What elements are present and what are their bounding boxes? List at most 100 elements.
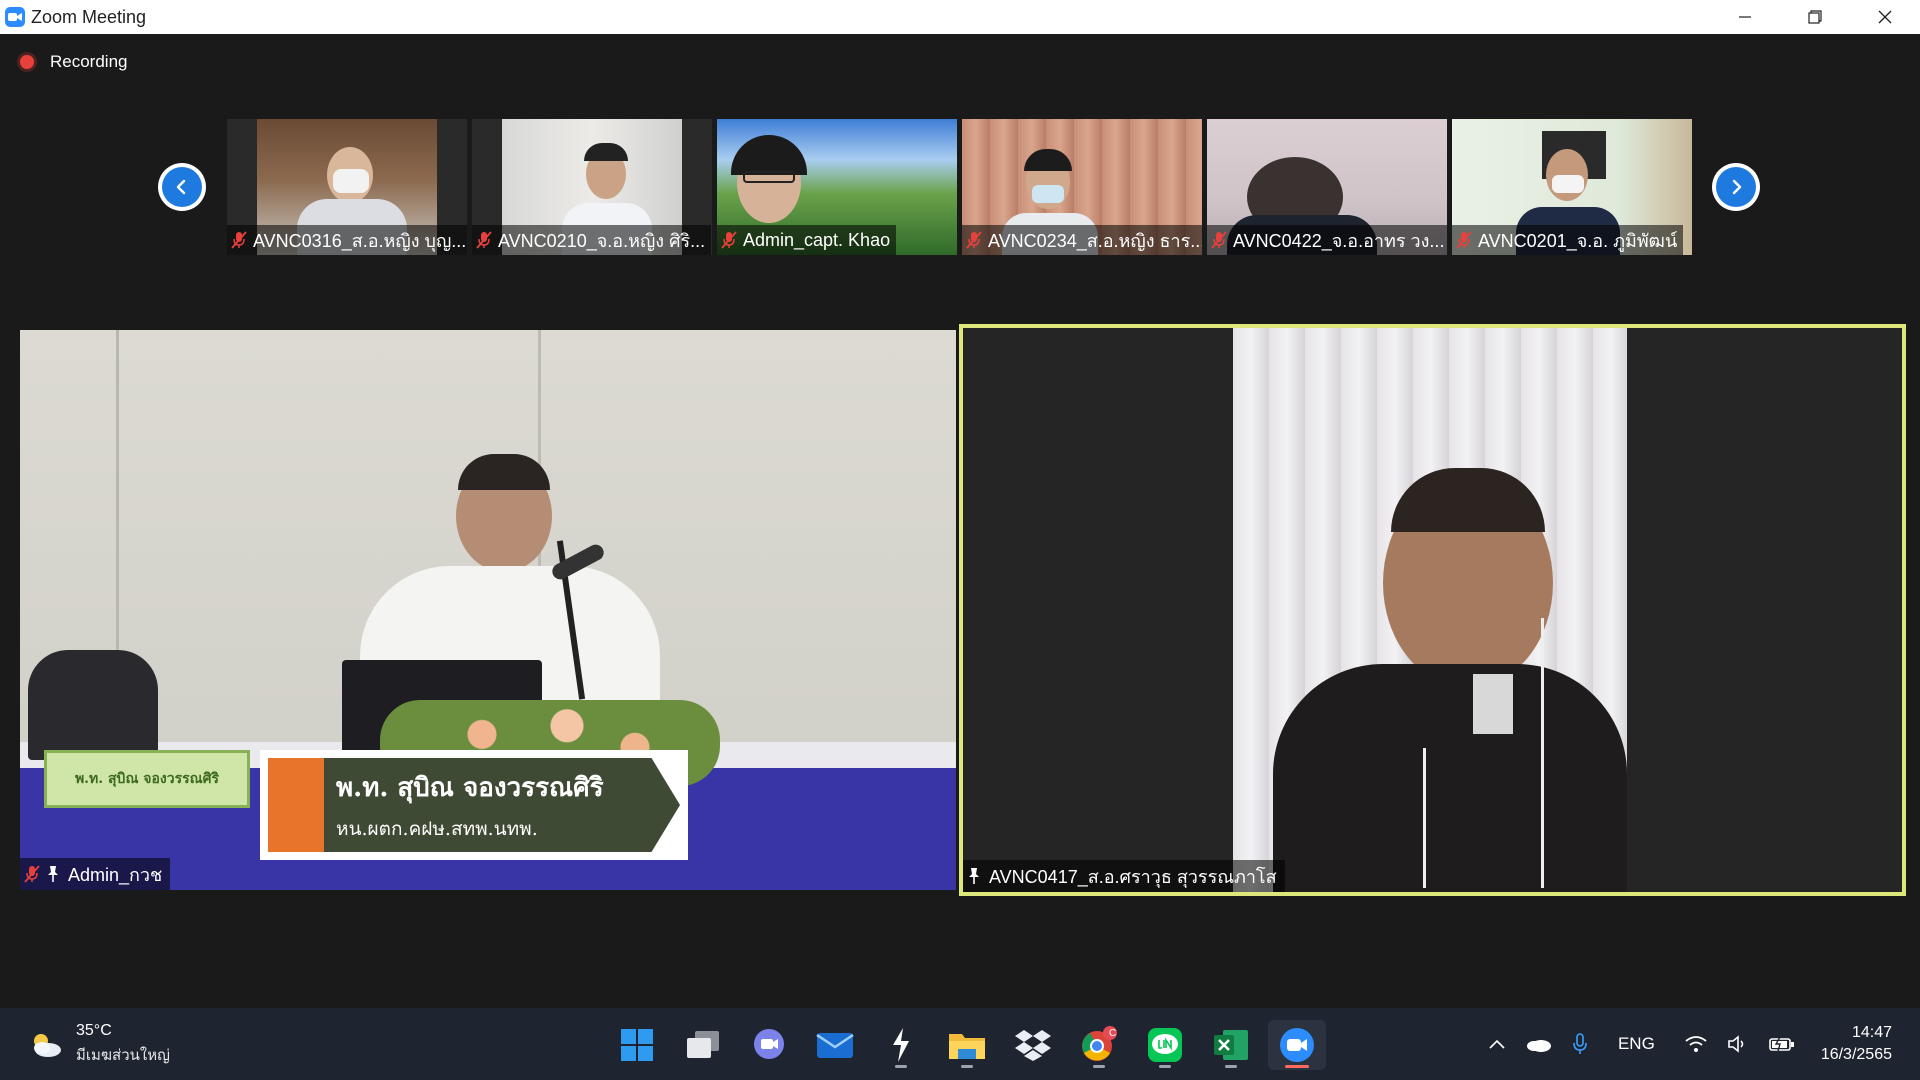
mic-muted-icon [24,865,40,883]
participant-name: AVNC0316_ส.อ.หญิง บุญ... [253,230,467,251]
window-controls [1710,0,1920,34]
lightning-app-icon [893,1028,909,1062]
participant-thumbnail[interactable]: AVNC0210_จ.อ.หญิง ศิริ... [472,119,712,255]
mic-muted-icon [1456,231,1472,249]
speaker-icon [1728,1035,1744,1053]
volume-button[interactable] [1727,1035,1749,1053]
zoom-button[interactable] [1268,1020,1326,1070]
thumbnail-namebar: AVNC0422_จ.อ.อาทร วง... [1207,225,1447,255]
mic-muted-icon [1211,231,1227,249]
small-nameplate: พ.ท. สุบิณ จองวรรณศิริ [44,750,250,808]
weather-condition: มีเมฆส่วนใหญ่ [76,1047,170,1064]
battery-button[interactable] [1769,1036,1795,1052]
participant-name: AVNC0417_ส.อ.ศราวุธ สุวรรณภาโส [989,866,1277,887]
dropbox-icon [1015,1030,1051,1061]
line-app-icon [1148,1028,1182,1062]
participant-name: AVNC0210_จ.อ.หญิง ศิริ... [498,230,706,251]
teams-chat-button[interactable] [740,1020,798,1070]
participant-thumbnail[interactable]: Admin_capt. Khao [717,119,957,255]
participant-name: AVNC0201_จ.อ. ภูมิพัฒน์ [1478,230,1678,251]
participant-thumbnail[interactable]: AVNC0234_ส.อ.หญิง ธาร... [962,119,1202,255]
participant-name: AVNC0234_ส.อ.หญิง ธาร... [988,230,1202,251]
chevron-up-icon [1489,1039,1505,1049]
minimize-icon [1739,16,1751,18]
excel-button[interactable] [1202,1020,1260,1070]
chevron-right-icon [1732,179,1742,195]
nameplate-accent [268,758,324,852]
microphone-icon [1573,1033,1587,1054]
thumbnail-namebar: Admin_capt. Khao [717,225,897,255]
mic-muted-icon [231,231,247,249]
previous-page-button[interactable] [158,163,206,211]
battery-charging-icon [1769,1036,1794,1052]
onedrive-button[interactable] [1526,1036,1552,1052]
recording-indicator[interactable]: Recording [20,52,128,72]
restore-button[interactable] [1780,0,1850,34]
pin-icon [969,868,979,884]
chrome-profile-badge: C [1109,1028,1117,1039]
restore-icon [1808,10,1822,24]
line-button[interactable] [1136,1020,1194,1070]
windows-logo-icon [621,1029,653,1061]
chrome-button[interactable]: C [1070,1020,1128,1070]
task-view-button[interactable] [674,1020,732,1070]
video-tile-left[interactable]: พ.ท. สุบิณ จองวรรณศิริ พ.ท. สุบิณ จองวรร… [20,330,956,890]
nameplate-subtitle: หน.ผตก.คฝษ.สทพ.นทพ. [336,817,538,840]
participant-name: Admin_capt. Khao [743,229,891,250]
clock-date: 16/3/2565 [1820,1046,1892,1063]
mail-icon [816,1033,854,1058]
minimize-button[interactable] [1710,0,1780,34]
mail-button[interactable] [806,1020,864,1070]
next-page-button[interactable] [1712,163,1760,211]
thumbnail-namebar: AVNC0201_จ.อ. ภูมิพัฒน์ [1452,225,1684,255]
start-button[interactable] [608,1020,666,1070]
participant-thumbnail-strip: AVNC0316_ส.อ.หญิง บุญ... AVNC0210_จ.อ.หญ… [227,119,1697,255]
participant-name: AVNC0422_จ.อ.อาทร วง... [1233,230,1445,251]
file-explorer-button[interactable] [938,1020,996,1070]
input-language-indicator[interactable]: ENG [1618,1034,1655,1054]
thumbnail-namebar: AVNC0234_ส.อ.หญิง ธาร... [962,225,1202,255]
weather-widget[interactable]: 35°C มีเมฆส่วนใหญ่ [28,1022,170,1067]
close-button[interactable] [1850,0,1920,34]
partly-cloudy-icon [34,1033,61,1057]
participant-thumbnail[interactable]: AVNC0316_ส.อ.หญิง บุญ... [227,119,467,255]
recording-dot-icon [20,55,34,69]
chevron-left-icon [176,179,186,195]
meeting-stage: Recording AVNC0316_ส.อ.หญิง บุญ... AVNC0… [0,34,1920,1008]
wifi-icon [1685,1036,1707,1052]
taskbar-clock[interactable]: 14:47 16/3/2565 [1821,1022,1892,1066]
zoom-icon [1280,1028,1314,1062]
window-title: Zoom Meeting [31,6,147,27]
zoom-app-icon [5,7,25,27]
nameplate: พ.ท. สุบิณ จองวรรณศิริ หน.ผตก.คฝษ.สทพ.นท… [260,750,688,860]
tile-namebar: AVNC0417_ส.อ.ศราวุธ สุวรรณภาโส [963,860,1285,892]
app-s-button[interactable] [872,1020,930,1070]
cloud-icon [1526,1040,1551,1052]
windows-taskbar: 35°C มีเมฆส่วนใหญ่ C ENG 14:47 16/3/2565 [0,1008,1920,1080]
recording-label: Recording [50,52,128,71]
network-button[interactable] [1685,1035,1707,1053]
weather-temperature: 35°C [76,1022,112,1039]
window-titlebar: Zoom Meeting [0,0,1920,34]
tile-namebar: Admin_กวช [20,858,171,890]
participant-video [1233,328,1627,892]
excel-icon [1214,1030,1248,1060]
participant-name: Admin_กวช [68,864,163,885]
thumbnail-namebar: AVNC0316_ส.อ.หญิง บุญ... [227,225,467,255]
microphone-button[interactable] [1572,1033,1588,1055]
folder-icon [949,1034,985,1059]
participant-thumbnail[interactable]: AVNC0201_จ.อ. ภูมิพัฒน์ [1452,119,1692,255]
clock-time: 14:47 [1851,1024,1892,1041]
video-tile-active-speaker[interactable]: AVNC0417_ส.อ.ศราวุธ สุวรรณภาโส [959,324,1906,896]
mic-muted-icon [476,231,492,249]
close-icon [1878,10,1892,24]
taskbar-apps: C [608,1020,1334,1070]
pin-icon [48,866,58,882]
teams-chat-icon [754,1029,784,1059]
dropbox-button[interactable] [1004,1020,1062,1070]
nameplate-title: พ.ท. สุบิณ จองวรรณศิริ [336,772,604,803]
show-hidden-icons-button[interactable] [1488,1038,1506,1050]
system-tray: ENG 14:47 16/3/2565 [1478,1008,1920,1080]
thumbnail-namebar: AVNC0210_จ.อ.หญิง ศิริ... [472,225,712,255]
participant-thumbnail[interactable]: AVNC0422_จ.อ.อาทร วง... [1207,119,1447,255]
